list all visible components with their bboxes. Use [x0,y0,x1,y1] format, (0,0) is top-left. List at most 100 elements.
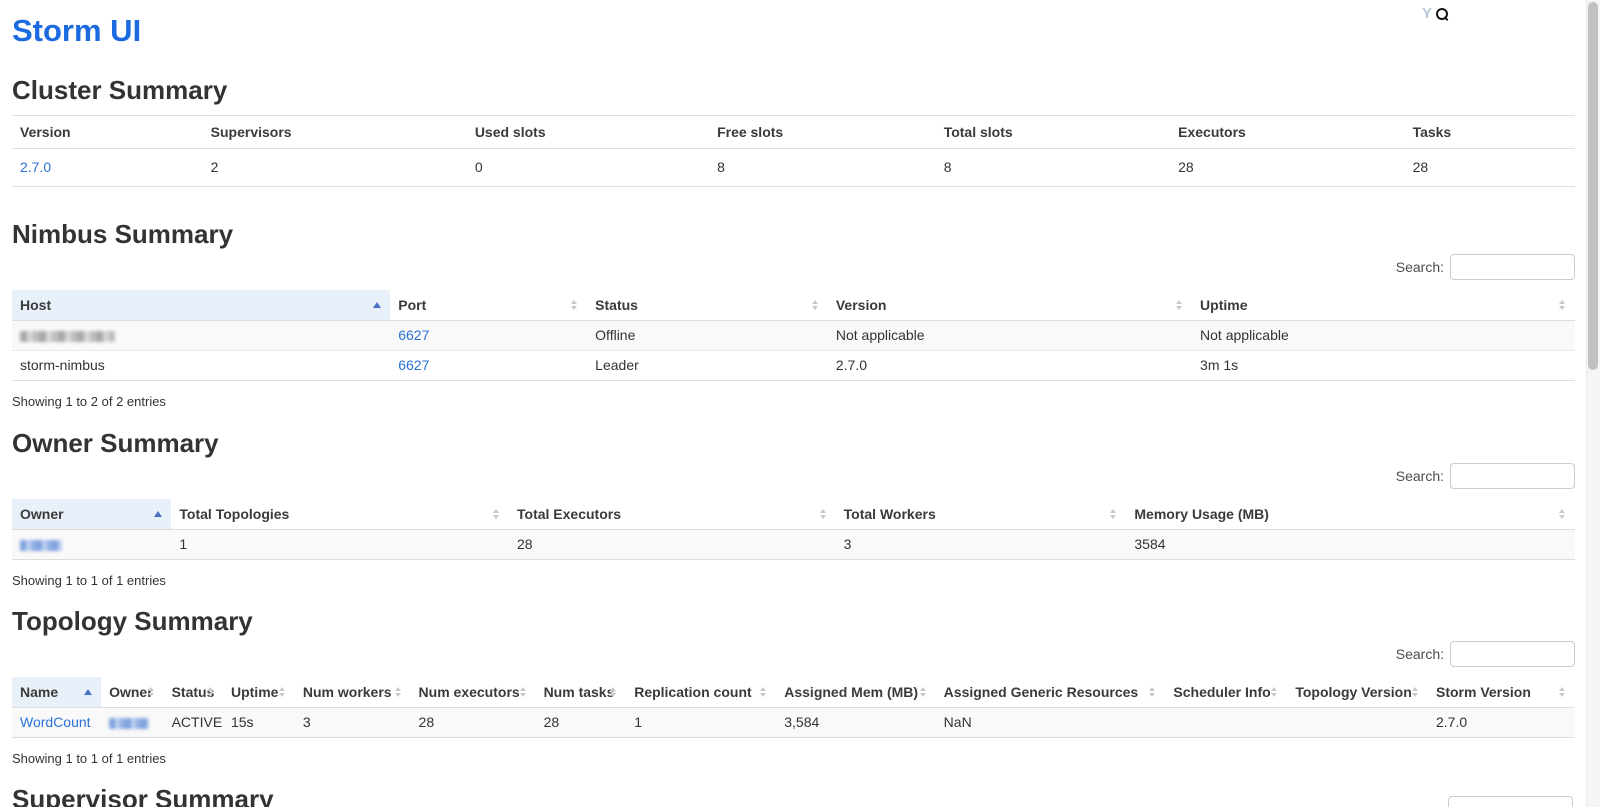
cell-port: 6627 [390,351,587,381]
nimbus-search-row: Search: [12,253,1575,280]
cell-num-executors: 28 [411,708,536,738]
owner-search-input[interactable] [1450,463,1575,489]
sort-both-icon [1148,686,1157,698]
cell-uptime: Not applicable [1192,321,1575,351]
col-status[interactable]: Status [587,290,828,321]
cell-version: Not applicable [828,321,1192,351]
owner-header-row: Owner Total Topologies Total Executors T… [12,499,1575,530]
col-total-workers[interactable]: Total Workers [836,499,1127,530]
col-owner[interactable]: Owner [101,677,164,708]
col-uptime[interactable]: Uptime [223,677,295,708]
cell-num-tasks: 28 [536,708,627,738]
nimbus-entries-note: Showing 1 to 2 of 2 entries [12,394,1575,409]
app-title: Storm UI [12,0,1575,49]
col-host[interactable]: Host [12,290,390,321]
topology-header-row: Name Owner Status Uptime Num workers Num… [12,677,1575,708]
topology-search-label: Search: [1396,646,1444,662]
col-supervisors: Supervisors [203,116,467,149]
cell-owner [101,708,164,738]
cell-total-workers: 3 [836,530,1127,560]
cell-uptime: 15s [223,708,295,738]
supervisor-summary-heading: Supervisor Summary [12,784,1575,807]
sort-asc-icon [154,508,163,520]
cell-uptime: 3m 1s [1192,351,1575,381]
col-status[interactable]: Status [164,677,223,708]
topology-search-row: Search: [12,640,1575,667]
col-port[interactable]: Port [390,290,587,321]
sort-both-icon [919,686,928,698]
sort-both-icon [394,686,403,698]
topology-name-link[interactable]: WordCount [20,714,91,730]
sort-both-icon [1411,686,1420,698]
col-num-workers[interactable]: Num workers [295,677,411,708]
col-nimbus-version[interactable]: Version [828,290,1192,321]
col-scheduler-info[interactable]: Scheduler Info [1165,677,1287,708]
cell-memory-usage: 3584 [1126,530,1575,560]
sort-both-icon [1558,299,1567,311]
cluster-summary-table: Version Supervisors Used slots Free slot… [12,115,1575,187]
col-uptime[interactable]: Uptime [1192,290,1575,321]
cell-assigned-generic-resources: NaN [936,708,1166,738]
vertical-scrollbar-track[interactable] [1586,0,1600,807]
col-owner[interactable]: Owner [12,499,171,530]
col-total-topologies[interactable]: Total Topologies [171,499,509,530]
cell-free-slots: 8 [709,149,936,187]
topology-summary-table: Name Owner Status Uptime Num workers Num… [12,677,1575,738]
cell-host [12,321,390,351]
col-tasks: Tasks [1405,116,1575,149]
col-name[interactable]: Name [12,677,101,708]
cell-version: 2.7.0 [12,149,203,187]
cell-owner [12,530,171,560]
cell-num-workers: 3 [295,708,411,738]
cluster-summary-heading: Cluster Summary [12,75,1575,106]
sort-both-icon [759,686,768,698]
port-link[interactable]: 6627 [398,327,429,343]
owner-search-label: Search: [1396,468,1444,484]
cell-status: Leader [587,351,828,381]
sort-both-icon [1558,508,1567,520]
vertical-scrollbar-thumb[interactable] [1588,2,1598,370]
col-total-executors[interactable]: Total Executors [509,499,836,530]
owner-entries-note: Showing 1 to 1 of 1 entries [12,573,1575,588]
nimbus-summary-table: Host Port Status Version Uptime 6627 Off… [12,290,1575,381]
cluster-header-row: Version Supervisors Used slots Free slot… [12,116,1575,149]
owner-summary-table: Owner Total Topologies Total Executors T… [12,499,1575,560]
redacted-owner-link[interactable] [109,718,149,729]
sort-both-icon [1558,686,1567,698]
cell-total-slots: 8 [936,149,1170,187]
col-num-executors[interactable]: Num executors [411,677,536,708]
sort-both-icon [206,686,215,698]
col-executors: Executors [1170,116,1404,149]
redacted-owner-link[interactable] [20,540,62,551]
version-link[interactable]: 2.7.0 [20,159,51,175]
col-topology-version[interactable]: Topology Version [1287,677,1428,708]
col-storm-version[interactable]: Storm Version [1428,677,1575,708]
sort-both-icon [519,686,528,698]
cluster-data-row: 2.7.0 2 0 8 8 28 28 [12,149,1575,187]
cell-total-executors: 28 [509,530,836,560]
redacted-host [20,331,115,342]
sort-asc-icon [373,299,382,311]
owner-search-row: Search: [12,462,1575,489]
sort-both-icon [811,299,820,311]
cell-status: Offline [587,321,828,351]
col-num-tasks[interactable]: Num tasks [536,677,627,708]
nimbus-search-label: Search: [1396,259,1444,275]
cell-version: 2.7.0 [828,351,1192,381]
cell-total-topologies: 1 [171,530,509,560]
nimbus-summary-heading: Nimbus Summary [12,219,1575,250]
sort-both-icon [278,686,287,698]
nimbus-row-2: storm-nimbus 6627 Leader 2.7.0 3m 1s [12,351,1575,381]
col-replication-count[interactable]: Replication count [626,677,776,708]
sort-both-icon [147,686,156,698]
col-assigned-mem[interactable]: Assigned Mem (MB) [776,677,935,708]
nimbus-search-input[interactable] [1450,254,1575,280]
supervisor-search-input[interactable] [1448,796,1573,807]
owner-summary-heading: Owner Summary [12,428,1575,459]
port-link[interactable]: 6627 [398,357,429,373]
topology-search-input[interactable] [1450,641,1575,667]
col-memory-usage[interactable]: Memory Usage (MB) [1126,499,1575,530]
cell-replication-count: 1 [626,708,776,738]
col-assigned-generic-resources[interactable]: Assigned Generic Resources [936,677,1166,708]
sort-both-icon [1270,686,1279,698]
